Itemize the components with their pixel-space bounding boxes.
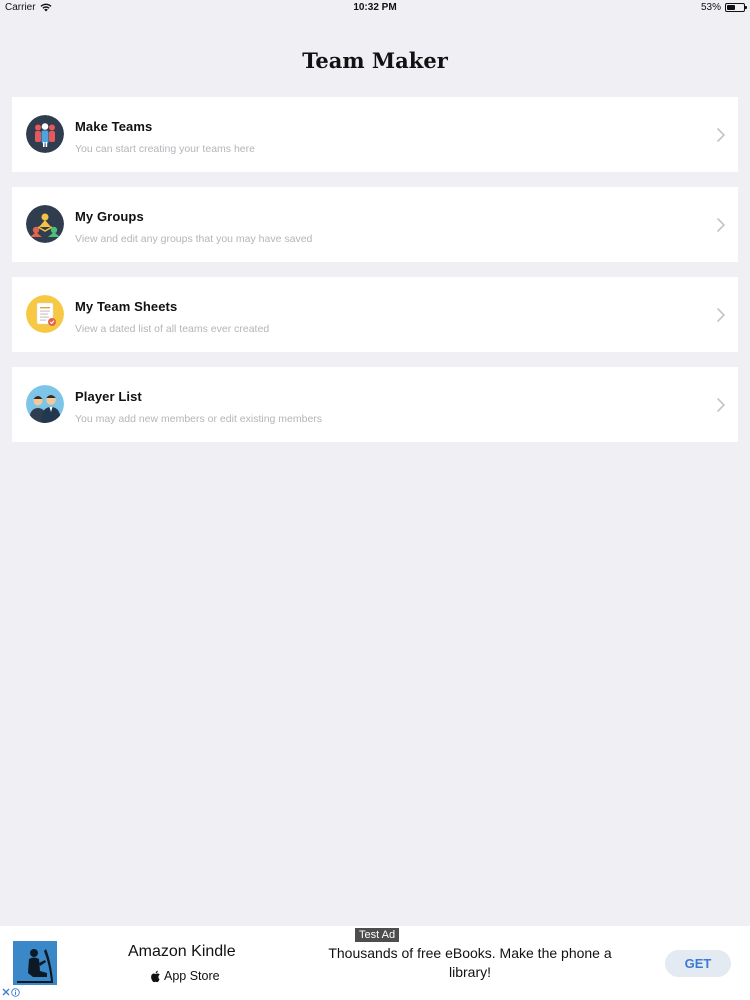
status-time: 10:32 PM [353, 2, 397, 13]
menu-text: My Groups View and edit any groups that … [75, 209, 312, 245]
ad-get-button[interactable]: GET [665, 950, 731, 977]
menu-item-subtitle: View and edit any groups that you may ha… [75, 233, 313, 245]
kindle-reader-icon [13, 941, 57, 985]
menu-item-player-list[interactable]: Player List You may add new members or e… [12, 367, 738, 442]
ad-choices[interactable] [2, 988, 20, 997]
menu-item-title: Make Teams [75, 119, 153, 134]
menu-item-subtitle: View a dated list of all teams ever crea… [75, 323, 270, 335]
status-bar: Carrier 10:32 PM 53% [0, 0, 750, 16]
ad-store-label: App Store [164, 969, 220, 983]
groups-icon [26, 205, 64, 243]
ad-tag: Test Ad [355, 928, 400, 942]
menu-item-subtitle: You may add new members or edit existing… [75, 413, 323, 425]
battery-fill [727, 5, 736, 10]
ad-description: Thousands of free eBooks. Make the phone… [328, 945, 612, 980]
menu-item-title: Player List [75, 389, 142, 404]
chevron-right-icon [717, 398, 725, 412]
info-icon[interactable] [11, 988, 20, 997]
chevron-right-icon [717, 218, 725, 232]
menu-item-subtitle: You can start creating your teams here [75, 143, 255, 155]
menu-text: Make Teams You can start creating your t… [75, 119, 255, 155]
apple-icon [151, 970, 160, 982]
menu-item-title: My Groups [75, 209, 144, 224]
menu-item-my-groups[interactable]: My Groups View and edit any groups that … [12, 187, 738, 262]
main-menu: Make Teams You can start creating your t… [12, 97, 738, 457]
ad-banner[interactable]: Test Ad Amazon Kindle App Store Thousand… [0, 926, 750, 1000]
menu-item-title: My Team Sheets [75, 299, 178, 314]
chevron-right-icon [717, 128, 725, 142]
players-icon [26, 385, 64, 423]
battery-icon [725, 3, 747, 12]
app-screen: Carrier 10:32 PM 53% Team Maker Make Tea… [0, 0, 750, 1000]
menu-text: My Team Sheets View a dated list of all … [75, 299, 269, 335]
ad-app-name: Amazon Kindle [128, 943, 236, 960]
menu-item-make-teams[interactable]: Make Teams You can start creating your t… [12, 97, 738, 172]
battery-percent: 53% [700, 2, 721, 13]
team-sheets-icon [26, 295, 64, 333]
menu-text: Player List You may add new members or e… [75, 389, 322, 425]
close-icon[interactable] [2, 988, 10, 996]
menu-item-my-team-sheets[interactable]: My Team Sheets View a dated list of all … [12, 277, 738, 352]
ad-store: App Store [150, 969, 220, 983]
status-right: 53% [700, 2, 747, 13]
page-title: Team Maker [302, 48, 448, 73]
team-people-icon [26, 115, 64, 153]
chevron-right-icon [717, 308, 725, 322]
